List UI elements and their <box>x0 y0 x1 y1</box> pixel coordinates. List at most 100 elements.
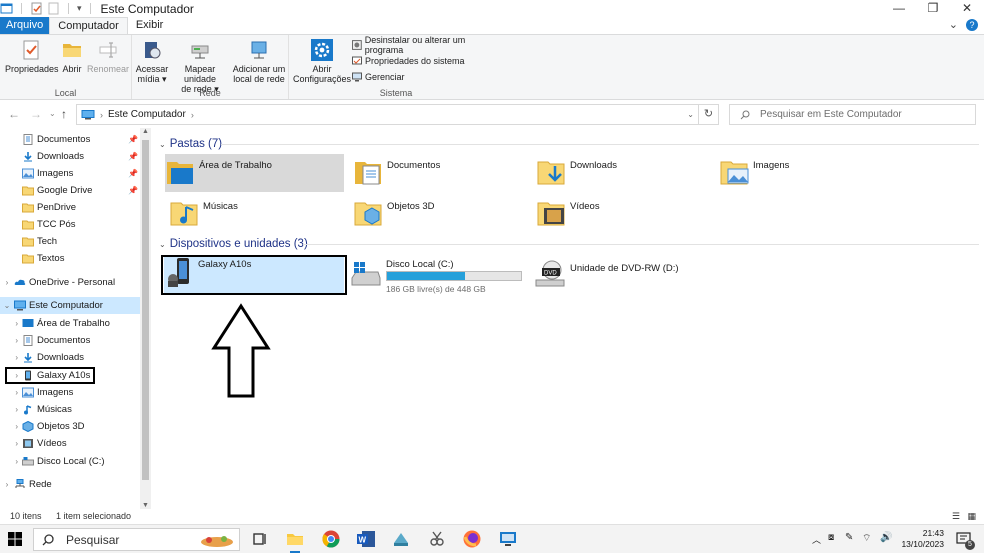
collapse-chevron-icon[interactable]: ⌄ <box>159 240 166 249</box>
pin-icon[interactable]: 📌 <box>128 169 138 178</box>
scroll-up-icon[interactable]: ▲ <box>140 128 151 135</box>
nav-item-pendrive[interactable]: PenDrive <box>0 199 140 216</box>
nav-item-downloads-pc[interactable]: › Downloads <box>0 349 140 366</box>
breadcrumb-separator-icon[interactable]: › <box>100 110 103 120</box>
show-hidden-icons-chevron-icon[interactable]: ︿ <box>812 533 821 546</box>
maximize-button[interactable]: ❐ <box>916 0 950 17</box>
folder-tile-objetos-3d[interactable]: Objetos 3D <box>353 195 523 233</box>
windows-start-icon[interactable] <box>8 532 22 546</box>
word-icon[interactable]: W <box>356 529 376 549</box>
folder-tile-area-de-trabalho[interactable]: Área de Trabalho <box>165 154 344 192</box>
nav-item-objetos-3d[interactable]: › Objetos 3D <box>0 418 140 435</box>
folder-tile-musicas[interactable]: Músicas <box>169 195 339 233</box>
nav-item-tcc-pos[interactable]: TCC Pós <box>0 216 140 233</box>
remote-desktop-icon[interactable] <box>498 529 518 549</box>
pin-icon[interactable]: 📌 <box>128 135 138 144</box>
gerenciar-button[interactable]: Gerenciar <box>352 70 405 84</box>
desinstalar-button[interactable]: Desinstalar ou alterar um programa <box>352 35 503 55</box>
firefox-icon[interactable] <box>462 529 482 549</box>
collapse-chevron-icon[interactable]: ⌄ <box>0 301 14 310</box>
folder-tile-downloads[interactable]: Downloads <box>536 154 706 192</box>
expand-chevron-icon[interactable]: › <box>0 319 22 328</box>
expand-chevron-icon[interactable]: › <box>0 278 14 287</box>
properties-check-icon[interactable] <box>30 2 43 15</box>
nav-item-videos[interactable]: › Vídeos <box>0 435 140 452</box>
nav-item-documentos-pc[interactable]: › Documentos <box>0 332 140 349</box>
forward-arrow-icon[interactable]: → <box>30 107 42 121</box>
volume-icon[interactable]: 🔊 <box>880 532 892 543</box>
nav-item-downloads[interactable]: Downloads 📌 <box>0 148 140 165</box>
adicionar-local-button[interactable]: Adicionar um local de rede <box>232 39 286 84</box>
help-icon[interactable]: ? <box>966 19 978 31</box>
folder-tile-imagens[interactable]: Imagens <box>719 154 889 192</box>
meet-now-icon[interactable]: ⧇ <box>828 532 834 543</box>
device-tile-disco-local[interactable]: Disco Local (C:) 186 GB livre(s) de 448 … <box>350 256 530 294</box>
address-path[interactable]: Este Computador <box>108 109 186 120</box>
breadcrumb-separator-icon[interactable]: › <box>191 110 194 120</box>
propriedades-sistema-button[interactable]: Propriedades do sistema <box>352 54 465 68</box>
back-arrow-icon[interactable]: ← <box>8 107 20 121</box>
tab-computador[interactable]: Computador <box>49 17 128 34</box>
nav-item-onedrive[interactable]: › OneDrive - Personal <box>0 274 140 291</box>
details-view-icon[interactable]: ☰ <box>952 511 960 522</box>
nav-item-area-de-trabalho[interactable]: › Área de Trabalho <box>0 315 140 332</box>
folder-tile-videos[interactable]: Vídeos <box>536 195 706 233</box>
nav-item-disco-local[interactable]: › Disco Local (C:) <box>0 453 140 470</box>
expand-chevron-icon[interactable]: › <box>0 457 22 466</box>
abrir-button[interactable]: Abrir <box>58 39 86 74</box>
device-tile-dvd[interactable]: DVD Unidade de DVD-RW (D:) <box>534 256 714 292</box>
taskbar-clock[interactable]: 21:43 13/10/2023 <box>901 528 944 550</box>
expand-chevron-icon[interactable]: › <box>0 480 14 489</box>
refresh-button[interactable]: ↻ <box>698 104 719 125</box>
collapse-chevron-icon[interactable]: ⌄ <box>159 140 166 149</box>
recent-locations-chevron-icon[interactable]: ⌄ <box>49 109 56 118</box>
nav-item-google-drive[interactable]: Google Drive 📌 <box>0 182 140 199</box>
tab-arquivo[interactable]: Arquivo <box>0 17 50 34</box>
pen-icon[interactable]: ✎ <box>845 532 853 543</box>
tab-exibir[interactable]: Exibir <box>128 17 172 34</box>
nav-item-rede[interactable]: › Rede <box>0 476 140 493</box>
expand-chevron-icon[interactable]: › <box>0 336 22 345</box>
new-folder-icon[interactable] <box>47 2 60 15</box>
address-dropdown-chevron-icon[interactable]: ⌄ <box>687 110 694 119</box>
scroll-down-icon[interactable]: ▼ <box>140 502 151 509</box>
acessar-midia-button[interactable]: Acessar mídia ▾ <box>134 39 170 84</box>
app-icon[interactable] <box>391 529 411 549</box>
expand-ribbon-chevron-icon[interactable]: ⌄ <box>949 17 958 34</box>
address-bar[interactable]: › Este Computador › ⌄ <box>76 104 719 125</box>
up-arrow-icon[interactable]: ↑ <box>61 107 67 121</box>
nav-item-tech[interactable]: Tech <box>0 233 140 250</box>
expand-chevron-icon[interactable]: › <box>0 353 22 362</box>
expand-chevron-icon[interactable]: › <box>0 388 22 397</box>
nav-item-musicas[interactable]: › Músicas <box>0 401 140 418</box>
renomear-button[interactable]: Renomear <box>86 39 130 74</box>
abrir-configuracoes-button[interactable]: Abrir Configurações <box>293 39 351 84</box>
search-box[interactable]: Pesquisar em Este Computador <box>729 104 976 125</box>
nav-item-imagens[interactable]: Imagens 📌 <box>0 165 140 182</box>
nav-item-textos[interactable]: Textos <box>0 250 140 267</box>
expand-chevron-icon[interactable]: › <box>0 439 22 448</box>
customize-toolbar-chevron-icon[interactable]: ▾ <box>77 3 82 14</box>
devices-section-header[interactable]: ⌄ Dispositivos e unidades (3) <box>159 236 308 252</box>
taskbar-search-box[interactable]: Pesquisar <box>33 528 240 551</box>
expand-chevron-icon[interactable]: › <box>0 422 22 431</box>
folder-tile-documentos[interactable]: Documentos <box>353 154 523 192</box>
pin-icon[interactable]: 📌 <box>128 186 138 195</box>
scrollbar-thumb[interactable] <box>142 140 149 480</box>
nav-item-imagens-pc[interactable]: › Imagens <box>0 384 140 401</box>
nav-item-documentos[interactable]: Documentos 📌 <box>0 131 140 148</box>
taskbar-file-explorer[interactable] <box>285 529 305 553</box>
close-button[interactable]: ✕ <box>950 0 984 17</box>
nav-item-este-computador[interactable]: ⌄ Este Computador <box>0 297 140 314</box>
large-icons-view-icon[interactable]: ▦ <box>967 511 976 522</box>
snipping-tool-icon[interactable] <box>427 529 447 549</box>
mapear-unidade-button[interactable]: Mapear unidade de rede ▾ <box>168 39 232 94</box>
pin-icon[interactable]: 📌 <box>128 152 138 161</box>
notification-center-button[interactable]: 5 <box>956 531 975 550</box>
chrome-icon[interactable] <box>321 529 341 549</box>
task-view-icon[interactable] <box>250 529 270 549</box>
propriedades-button[interactable]: Propriedades <box>5 39 59 74</box>
expand-chevron-icon[interactable]: › <box>0 405 22 414</box>
navigation-scrollbar[interactable]: ▲ ▼ <box>140 128 151 509</box>
folders-section-header[interactable]: ⌄ Pastas (7) <box>159 136 222 152</box>
